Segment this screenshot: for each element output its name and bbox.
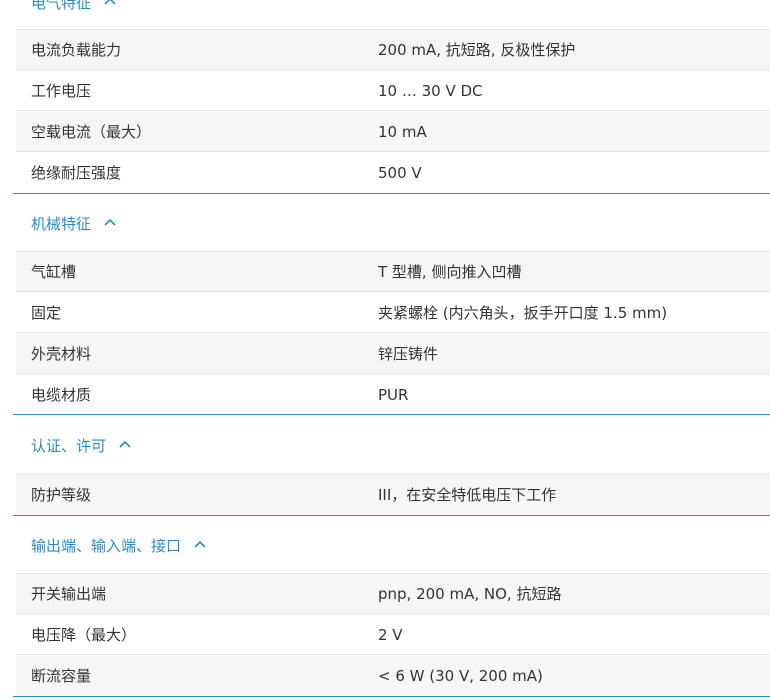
table-row: 工作电压 10 … 30 V DC [16,71,770,111]
table-row: 断流容量 < 6 W (30 V, 200 mA) [16,656,770,696]
section-header-mechanical[interactable]: 机械特征 [31,212,117,234]
row-label: 开关输出端 [31,585,107,603]
row-label: 工作电压 [31,82,92,100]
table-row: 电压降（最大） 2 V [16,615,770,655]
row-value: pnp, 200 mA, NO, 抗短路 [378,585,562,603]
row-value: T 型槽, 侧向推入凹槽 [378,263,522,281]
section-header-electrical[interactable]: 电气特征 [31,0,117,13]
section-divider [13,414,770,415]
section-title: 机械特征 [31,214,92,233]
table-row: 气缸槽 T 型槽, 侧向推入凹槽 [16,252,770,292]
table-row: 开关输出端 pnp, 200 mA, NO, 抗短路 [16,574,770,614]
row-value: 10 mA [378,123,427,141]
table-row: 外壳材料 锌压铸件 [16,334,770,374]
table-row: 电流负载能力 200 mA, 抗短路, 反极性保护 [16,30,770,70]
section-header-outputs[interactable]: 输出端、输入端、接口 [31,534,207,556]
section-divider [13,193,770,194]
row-label: 防护等级 [31,486,92,504]
row-value: 500 V [378,164,422,182]
row-value: III，在安全特低电压下工作 [378,486,557,504]
spec-panel: 电气特征 电流负载能力 200 mA, 抗短路, 反极性保护 工作电压 10 …… [0,0,770,700]
table-row: 空载电流（最大） 10 mA [16,112,770,152]
row-label: 电压降（最大） [31,626,137,644]
section-header-certification[interactable]: 认证、许可 [31,434,132,456]
table-row: 绝缘耐压强度 500 V [16,153,770,193]
row-value: PUR [378,386,409,404]
row-value: 200 mA, 抗短路, 反极性保护 [378,41,576,59]
table-row: 电缆材质 PUR [16,375,770,415]
row-value: 2 V [378,626,403,644]
section-divider [13,515,770,516]
row-label: 断流容量 [31,667,92,685]
chevron-up-icon [104,0,116,5]
row-label: 气缸槽 [31,263,77,281]
row-label: 空载电流（最大） [31,123,152,141]
row-label: 电流负载能力 [31,41,122,59]
row-value: 锌压铸件 [378,345,439,363]
row-label: 外壳材料 [31,345,92,363]
chevron-up-icon [119,440,131,448]
row-label: 电缆材质 [31,386,92,404]
row-label: 绝缘耐压强度 [31,164,122,182]
row-value: < 6 W (30 V, 200 mA) [378,667,543,685]
section-title: 电气特征 [31,0,92,12]
row-value: 夹紧螺栓 (内六角头，扳手开口度 1.5 mm) [378,304,668,322]
chevron-up-icon [104,218,116,226]
section-divider [13,696,770,697]
table-row: 固定 夹紧螺栓 (内六角头，扳手开口度 1.5 mm) [16,293,770,333]
table-row: 防护等级 III，在安全特低电压下工作 [16,475,770,515]
row-value: 10 … 30 V DC [378,82,483,100]
row-label: 固定 [31,304,62,322]
section-title: 认证、许可 [31,436,107,455]
section-title: 输出端、输入端、接口 [31,536,182,555]
chevron-up-icon [194,540,206,548]
